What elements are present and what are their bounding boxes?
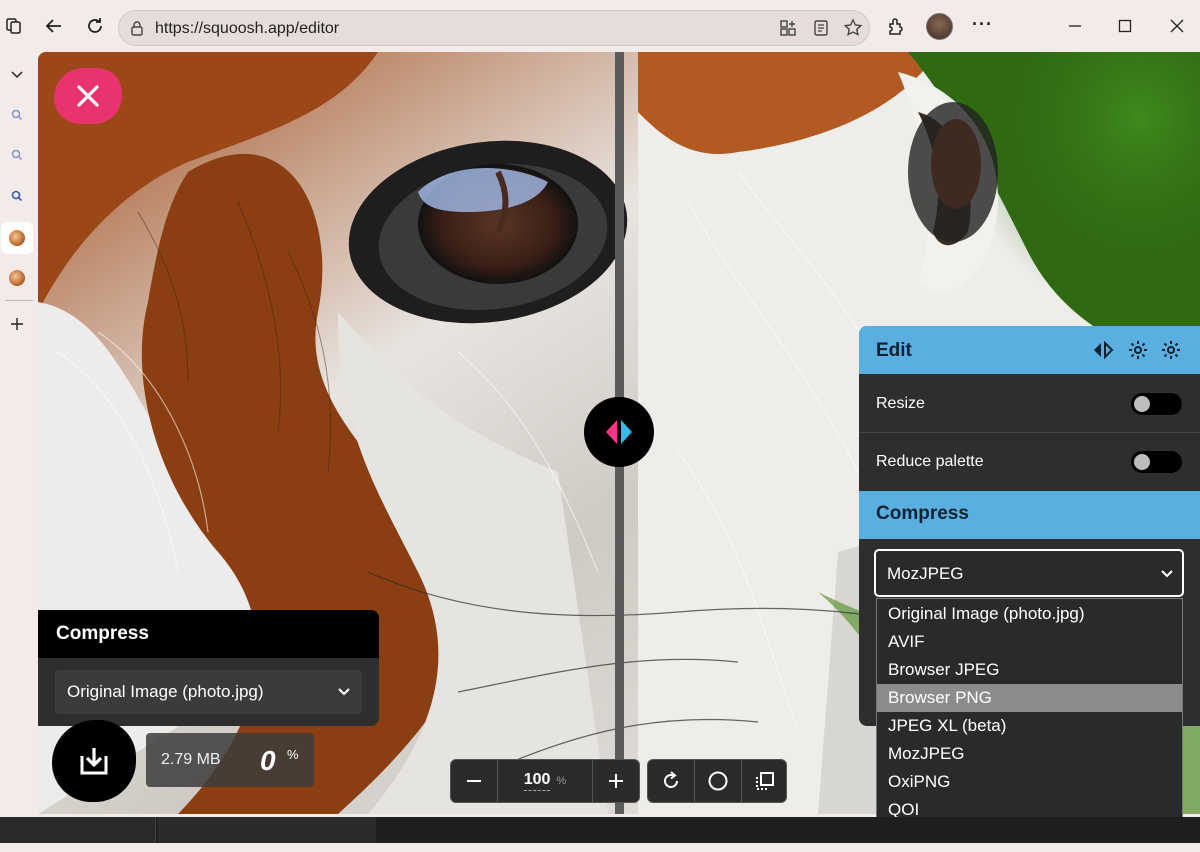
extensions-icon[interactable] [884, 14, 908, 38]
zoom-unit: % [556, 775, 567, 787]
search-tab-icon[interactable] [4, 102, 30, 128]
search-tab-icon[interactable] [4, 183, 30, 209]
search-tab-icon[interactable] [4, 142, 30, 168]
download-button[interactable] [52, 720, 136, 802]
back-icon[interactable] [42, 14, 66, 38]
favorite-star-icon[interactable] [843, 18, 863, 43]
taskbar-segment [0, 817, 156, 843]
rotate-button[interactable] [648, 760, 694, 802]
divider [859, 432, 1200, 433]
rotate-icon [664, 771, 678, 788]
codec-option[interactable]: OxiPNG [877, 768, 1182, 796]
codec-select[interactable]: MozJPEG [874, 549, 1184, 597]
codec-dropdown-list: Original Image (photo.jpg) AVIF Browser … [876, 598, 1183, 847]
profile-avatar[interactable] [926, 13, 953, 40]
left-compress-title: Compress [56, 623, 149, 644]
taskbar [0, 817, 1200, 843]
zoom-in-button[interactable] [593, 760, 639, 802]
app-available-icon[interactable] [779, 19, 797, 42]
close-window-icon[interactable] [1165, 14, 1189, 38]
codec-value: MozJPEG [887, 564, 964, 583]
file-size-display: 2.79 MB 0 % [146, 733, 314, 787]
lock-icon [129, 20, 145, 41]
percent-symbol: % [287, 747, 299, 762]
codec-option[interactable]: Browser JPEG [877, 656, 1182, 684]
zoom-level-input[interactable]: 100 % [498, 760, 592, 802]
minus-icon [467, 780, 481, 782]
minimize-icon[interactable] [1063, 14, 1087, 38]
reduce-palette-label: Reduce palette [876, 453, 984, 470]
chevron-down-icon [1160, 566, 1174, 585]
close-editor-button[interactable] [54, 68, 122, 124]
browser-toolbar: https://squoosh.app/editor ··· [0, 0, 1200, 52]
resize-label: Resize [876, 395, 925, 412]
codec-option[interactable]: Original Image (photo.jpg) [877, 600, 1182, 628]
frame-icon [756, 772, 774, 790]
download-icon [80, 748, 108, 775]
close-icon [77, 85, 99, 107]
tab-favicon[interactable] [4, 265, 30, 291]
zoom-controls: 100 % [450, 759, 640, 803]
left-compress-header: Compress [38, 610, 379, 658]
edit-title: Edit [876, 340, 912, 361]
copy-across-icon[interactable] [1091, 340, 1115, 365]
file-size: 2.79 MB [161, 751, 221, 768]
plus-icon [609, 774, 623, 788]
side-by-side-button[interactable] [742, 760, 788, 802]
zoom-value: 100 [523, 771, 551, 791]
zoom-out-button[interactable] [451, 760, 497, 802]
sidebar-divider [5, 300, 33, 301]
chevron-down-icon [337, 684, 351, 703]
more-menu-button[interactable]: ··· [972, 14, 993, 35]
maximize-icon[interactable] [1113, 14, 1137, 38]
url-text[interactable]: https://squoosh.app/editor [155, 20, 339, 38]
toggle-knob [1134, 396, 1150, 412]
workspaces-icon[interactable] [2, 14, 26, 38]
split-arrows-icon [606, 420, 632, 444]
resize-toggle[interactable] [1131, 393, 1182, 415]
compress-header: Compress [859, 491, 1200, 539]
refresh-icon[interactable] [83, 14, 107, 38]
browser-sidebar [0, 52, 38, 817]
left-codec-select[interactable]: Original Image (photo.jpg) [55, 670, 362, 714]
add-tab-icon[interactable] [4, 311, 30, 337]
toggle-knob [1134, 454, 1150, 470]
taskbar-segment [158, 817, 376, 843]
circle-icon [708, 771, 728, 791]
import-settings-icon[interactable] [1160, 339, 1182, 366]
left-compress-panel: Compress Original Image (photo.jpg) [38, 610, 379, 726]
chevron-down-icon[interactable] [4, 61, 30, 87]
edit-header: Edit [859, 326, 1200, 374]
reduce-palette-toggle[interactable] [1131, 451, 1182, 473]
reader-mode-icon[interactable] [812, 19, 830, 42]
view-tools [647, 759, 787, 803]
codec-option[interactable]: AVIF [877, 628, 1182, 656]
address-bar[interactable]: https://squoosh.app/editor [118, 10, 870, 46]
left-codec-value: Original Image (photo.jpg) [67, 682, 264, 701]
comparison-slider-handle[interactable] [584, 397, 654, 467]
compress-title: Compress [876, 503, 969, 524]
codec-option[interactable]: MozJPEG [877, 740, 1182, 768]
size-percent: 0 [260, 745, 276, 776]
codec-option-highlighted[interactable]: Browser PNG [877, 684, 1182, 712]
background-toggle-button[interactable] [695, 760, 741, 802]
codec-option[interactable]: JPEG XL (beta) [877, 712, 1182, 740]
active-tab-favicon[interactable] [1, 222, 33, 254]
save-settings-icon[interactable] [1127, 339, 1149, 366]
